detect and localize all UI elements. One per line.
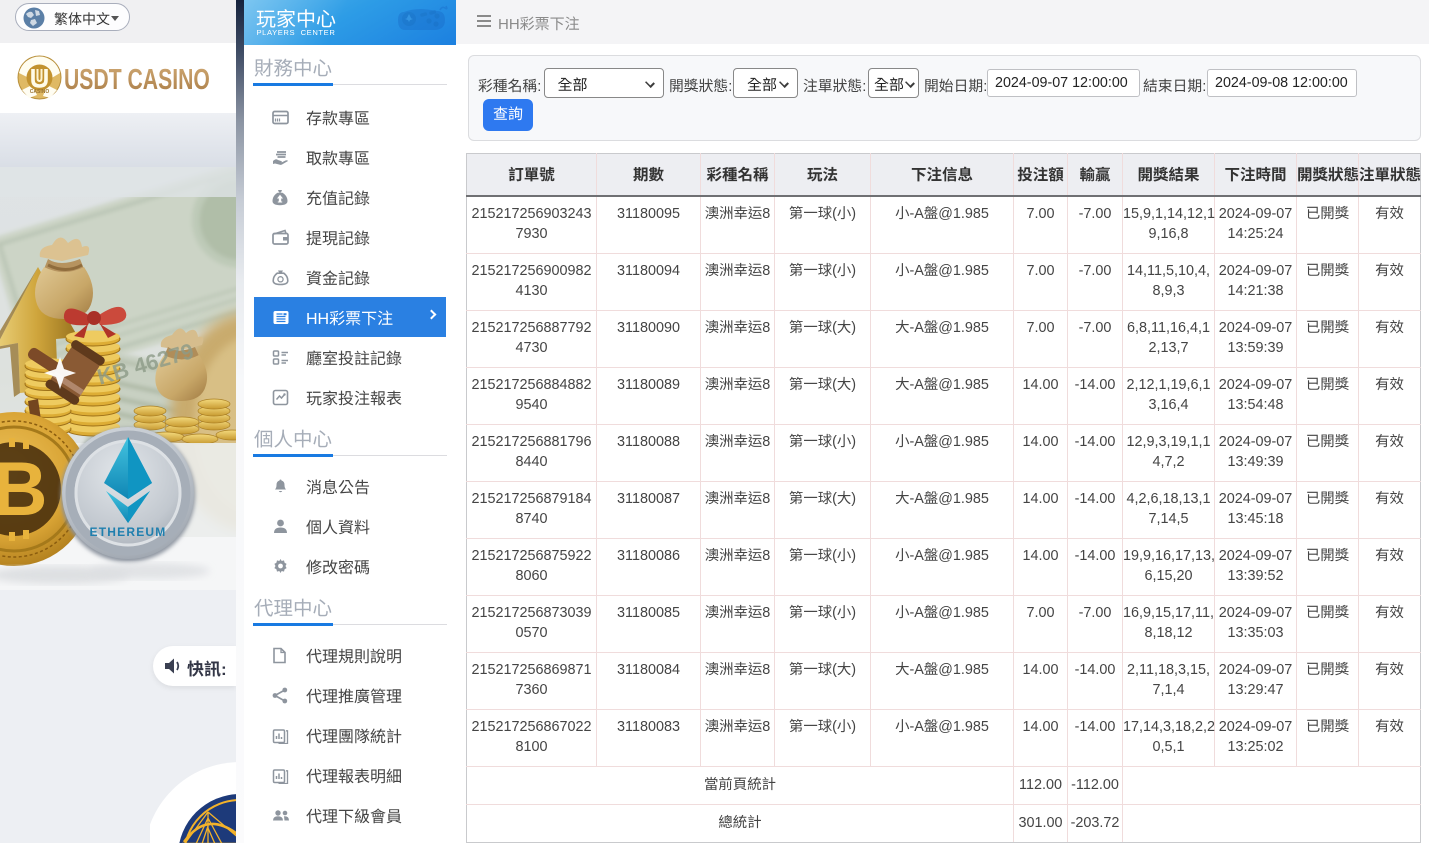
svg-text:CASINO: CASINO [30,89,50,95]
svg-text:ETHEREUM: ETHEREUM [90,525,167,539]
svg-text:B: B [0,447,47,532]
